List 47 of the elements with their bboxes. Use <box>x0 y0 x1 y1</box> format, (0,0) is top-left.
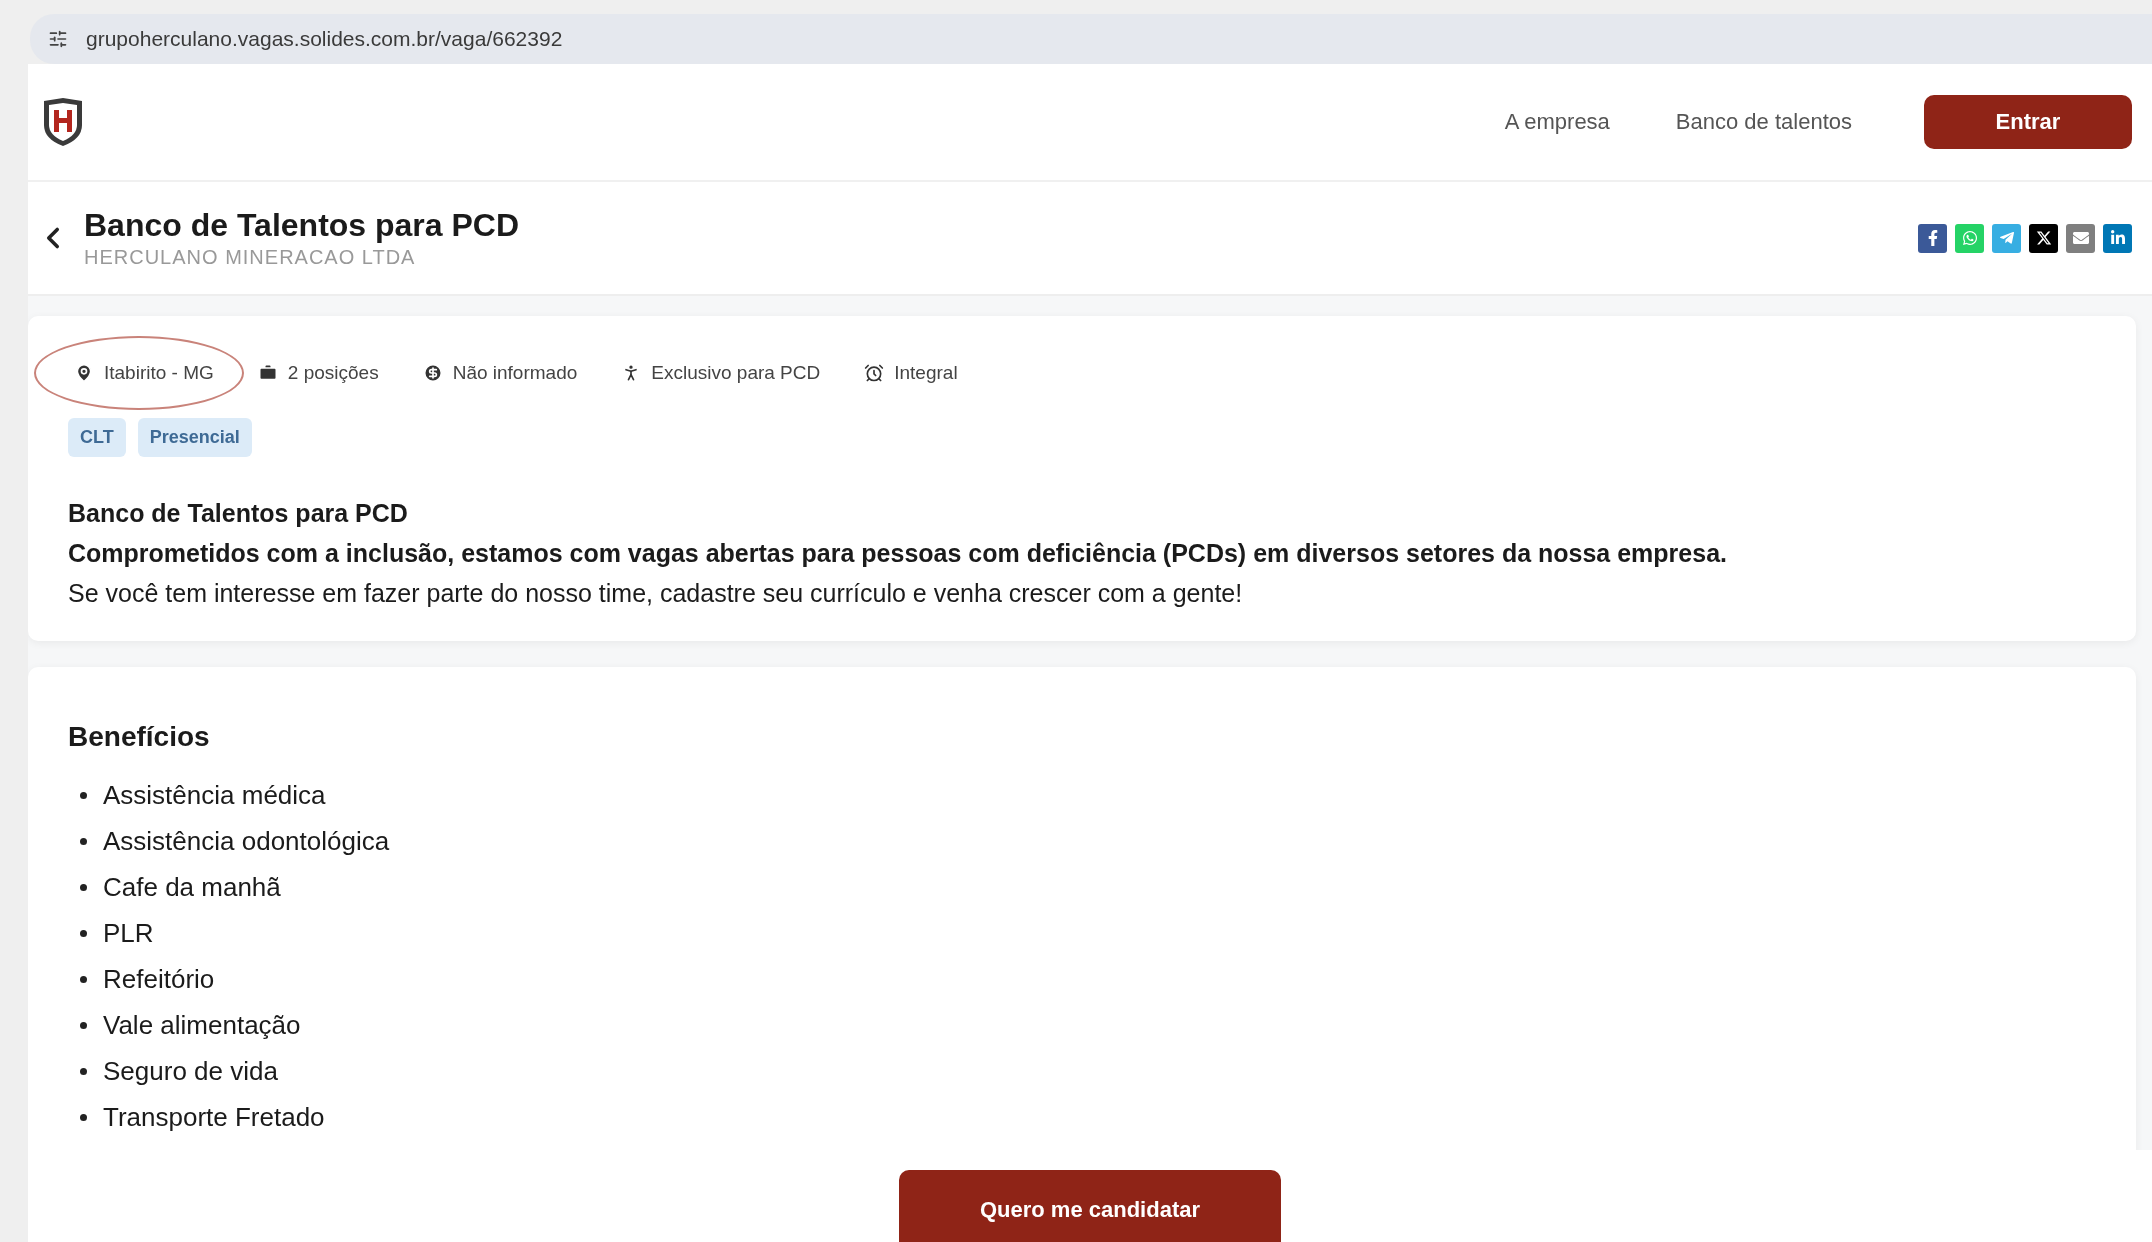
alarm-clock-icon <box>864 363 885 383</box>
job-detail: Não informado <box>452 362 578 384</box>
nav-link[interactable]: Banco de talentos <box>1675 109 1852 135</box>
share-button[interactable] <box>2029 223 2058 253</box>
briefcase-icon <box>257 363 278 383</box>
benefit-item: Assistência odontológica <box>103 825 390 857</box>
bullet-icon <box>80 1113 87 1121</box>
job-title: Banco de Talentos para PCD <box>84 207 520 244</box>
tag: CLT <box>68 418 126 457</box>
benefit-item: Seguro de vida <box>103 1055 278 1087</box>
bullet-icon <box>80 1021 87 1029</box>
benefit-item: Cafe da manhã <box>103 871 281 903</box>
benefit-item: Assistência médica <box>103 779 326 811</box>
nav-link[interactable]: A empresa <box>1504 109 1610 135</box>
linkedin-icon <box>2109 230 2126 246</box>
benefit-item: PLR <box>103 917 154 949</box>
job-detail: Itabirito - MG <box>104 362 214 384</box>
x-icon <box>2035 230 2052 246</box>
shield-logo[interactable] <box>42 97 84 147</box>
bullet-icon <box>80 883 87 891</box>
description-heading: Banco de Talentos para PCD <box>67 498 409 529</box>
company-name: HERCULANO MINERACAO LTDA <box>84 246 417 269</box>
bullet-icon <box>80 929 87 937</box>
benefit-item: Transporte Fretado <box>103 1101 325 1133</box>
bullet-icon <box>80 1067 87 1075</box>
bullet-icon <box>80 791 87 799</box>
envelope-icon <box>2072 230 2089 246</box>
bullet-icon <box>80 837 87 845</box>
job-detail: 2 posições <box>287 362 379 384</box>
address-bar[interactable]: grupoherculano.vagas.solides.com.br/vaga/662392 <box>30 14 2152 64</box>
description-body: Se você tem interesse em fazer parte do nosso time, cadastre seu currículo e venha crescer com a gente! <box>67 578 1244 609</box>
bullet-icon <box>80 975 87 983</box>
benefits-heading: Benefícios <box>68 721 211 753</box>
dollar-circle-icon <box>422 363 443 383</box>
share-button[interactable] <box>1918 223 1947 253</box>
site-settings-icon[interactable] <box>48 29 68 49</box>
apply-button[interactable]: Quero me candidatar <box>899 1170 1281 1242</box>
login-button[interactable]: Entrar <box>1924 95 2132 149</box>
url-text: grupoherculano.vagas.solides.com.br/vaga/662392 <box>86 27 563 51</box>
job-detail: Integral <box>894 362 958 384</box>
tag: Presencial <box>137 418 252 457</box>
description-lead: Comprometidos com a inclusão, estamos com vagas abertas para pessoas com deficiência (PCDs) em diversos setores da nossa empresa. <box>67 538 1728 569</box>
whatsapp-icon <box>1961 230 1978 246</box>
job-detail: Exclusivo para PCD <box>651 362 821 384</box>
paper-plane-icon <box>1998 230 2015 246</box>
benefit-item: Vale alimentação <box>103 1009 301 1041</box>
benefit-item: Refeitório <box>103 963 215 995</box>
